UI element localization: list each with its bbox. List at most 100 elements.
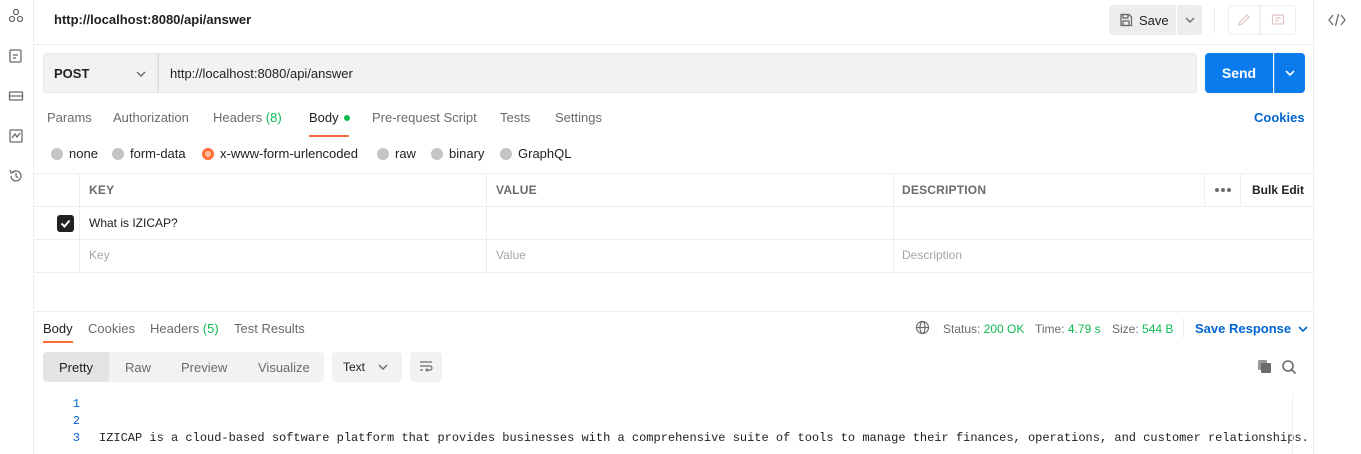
format-pretty[interactable]: Pretty <box>43 352 109 382</box>
column-header-key: KEY <box>89 183 115 197</box>
language-select[interactable]: Text <box>332 352 402 382</box>
radio-form-data[interactable]: form-data <box>112 146 186 161</box>
size-readout: Size: 544 B <box>1112 322 1173 336</box>
radio-graphql[interactable]: GraphQL <box>500 146 571 161</box>
new-key-placeholder[interactable]: Key <box>89 248 110 262</box>
wrap-lines-button[interactable] <box>410 352 442 382</box>
tab-settings[interactable]: Settings <box>555 110 602 125</box>
globe-icon[interactable] <box>915 320 930 335</box>
size-label: Size: <box>1112 322 1139 336</box>
format-visualize[interactable]: Visualize <box>258 352 310 382</box>
radio-dot <box>112 147 124 160</box>
response-body-text: IZICAP is a cloud-based software platfor… <box>99 431 1309 445</box>
postman-window: http://localhost:8080/api/answer Save PO… <box>0 0 1361 454</box>
tab-authorization[interactable]: Authorization <box>113 110 189 125</box>
collections-icon[interactable] <box>7 7 25 25</box>
save-options-button[interactable] <box>1177 5 1202 35</box>
bulk-edit-button[interactable]: Bulk Edit <box>1252 183 1304 197</box>
language-value: Text <box>343 360 366 374</box>
save-response-button[interactable]: Save Response <box>1195 321 1308 336</box>
table-bottom-border <box>34 272 1313 273</box>
response-tab-headers[interactable]: Headers (5) <box>150 321 219 336</box>
active-tab-indicator <box>309 135 349 137</box>
history-icon[interactable] <box>7 167 25 185</box>
status-readout: Status: 200 OK <box>943 322 1024 336</box>
radio-raw-label: raw <box>395 146 416 161</box>
method-value: POST <box>54 65 90 81</box>
radio-dot <box>500 147 512 160</box>
line-number: 1 <box>72 397 80 411</box>
response-tab-cookies[interactable]: Cookies <box>88 321 135 336</box>
radio-none-label: none <box>69 146 98 161</box>
request-title[interactable]: http://localhost:8080/api/answer <box>54 12 251 27</box>
table-col-divider <box>79 173 80 272</box>
row-enabled-checkbox[interactable] <box>57 215 74 232</box>
monitors-icon[interactable] <box>7 127 25 145</box>
body-modified-dot <box>343 114 350 121</box>
format-preview[interactable]: Preview <box>181 352 227 382</box>
response-meta-divider <box>1183 318 1184 338</box>
table-header-border <box>34 206 1313 207</box>
time-readout: Time: 4.79 s <box>1035 322 1101 336</box>
response-tab-body[interactable]: Body <box>43 321 73 336</box>
radio-dot <box>377 147 389 160</box>
radio-binary[interactable]: binary <box>431 146 484 161</box>
line-number: 3 <box>72 431 80 445</box>
save-button[interactable]: Save <box>1109 5 1176 35</box>
more-options-icon[interactable] <box>1215 188 1231 192</box>
radio-urlencoded-label: x-www-form-urlencoded <box>220 146 358 161</box>
tab-pre-request-script[interactable]: Pre-request Script <box>372 110 477 125</box>
response-tab-test-results[interactable]: Test Results <box>234 321 305 336</box>
comments-button[interactable] <box>1260 5 1296 35</box>
radio-graphql-label: GraphQL <box>518 146 572 161</box>
send-options-button[interactable] <box>1274 53 1305 93</box>
send-button[interactable]: Send <box>1205 53 1273 93</box>
new-value-placeholder[interactable]: Value <box>496 248 526 262</box>
response-tab-headers-label: Headers <box>150 321 200 336</box>
radio-form-data-label: form-data <box>130 146 186 161</box>
url-input[interactable] <box>158 53 1197 93</box>
status-value: 200 OK <box>983 322 1025 336</box>
checkmark-icon <box>60 219 71 228</box>
tab-params[interactable]: Params <box>47 110 92 125</box>
header-divider <box>1214 8 1215 34</box>
response-scrollbar[interactable] <box>1292 394 1305 454</box>
time-label: Time: <box>1035 322 1065 336</box>
pencil-icon <box>1238 14 1250 26</box>
tab-headers[interactable]: Headers (8) <box>213 110 282 125</box>
chevron-down-icon <box>1298 325 1308 332</box>
time-value: 4.79 s <box>1067 322 1101 336</box>
chevron-down-icon <box>378 364 388 370</box>
response-tab-headers-count: (5) <box>202 321 219 336</box>
search-icon[interactable] <box>1281 359 1297 375</box>
table-row-border <box>34 239 1313 240</box>
tab-headers-count: (8) <box>265 110 282 125</box>
tab-body[interactable]: Body <box>309 110 350 125</box>
save-icon <box>1120 13 1133 27</box>
chevron-down-icon <box>1185 17 1194 23</box>
table-col-divider <box>893 173 894 272</box>
row-key-cell[interactable]: What is IZICAP? <box>89 216 178 230</box>
radio-dot-selected <box>202 147 214 160</box>
code-snippet-icon[interactable] <box>1328 12 1346 28</box>
new-description-placeholder[interactable]: Description <box>902 248 962 262</box>
tab-body-label: Body <box>309 110 339 125</box>
wrap-lines-icon <box>420 361 433 372</box>
comment-icon <box>1271 14 1285 25</box>
column-header-description: DESCRIPTION <box>902 183 987 197</box>
radio-none[interactable]: none <box>51 146 98 161</box>
cookies-link[interactable]: Cookies <box>1254 110 1305 125</box>
radio-urlencoded[interactable]: x-www-form-urlencoded <box>202 146 358 161</box>
environments-icon[interactable] <box>7 87 25 105</box>
chevron-down-icon <box>1285 70 1295 77</box>
copy-icon[interactable] <box>1257 359 1272 374</box>
tab-tests[interactable]: Tests <box>500 110 530 125</box>
radio-dot <box>431 147 443 160</box>
apis-icon[interactable] <box>7 47 25 65</box>
format-raw[interactable]: Raw <box>125 352 151 382</box>
column-header-value: VALUE <box>496 183 537 197</box>
table-col-divider <box>1240 173 1241 206</box>
edit-button[interactable] <box>1228 5 1260 35</box>
table-top-border <box>34 173 1313 174</box>
radio-raw[interactable]: raw <box>377 146 416 161</box>
